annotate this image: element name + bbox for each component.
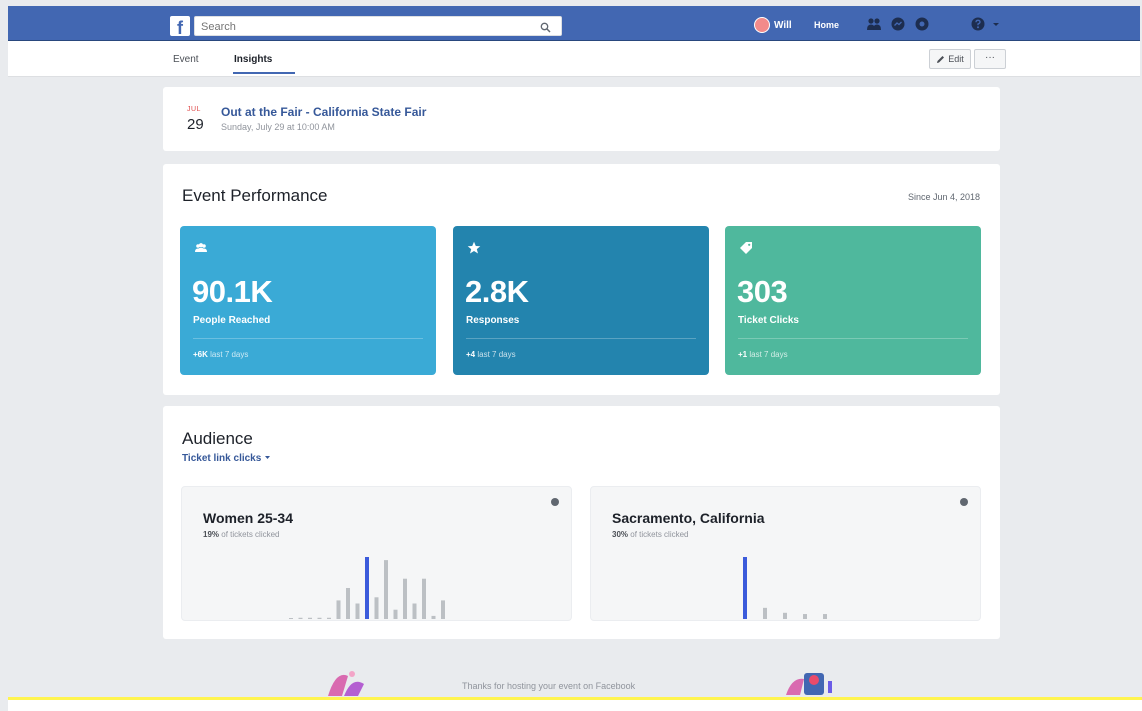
performance-since-date: Since Jun 4, 2018 — [907, 192, 980, 202]
demographic-bar-chart — [289, 557, 445, 619]
chart-bar — [763, 607, 767, 619]
tab-insights[interactable]: Insights — [234, 54, 272, 65]
search-icon[interactable] — [540, 20, 551, 38]
chevron-down-icon[interactable] — [992, 16, 1008, 32]
metric-divider — [193, 338, 423, 339]
metric-change-period: last 7 days — [749, 350, 788, 359]
metric-change-period: last 7 days — [477, 350, 516, 359]
chart-bar — [327, 617, 331, 619]
thanks-message: Thanks for hosting your event on Faceboo… — [462, 681, 636, 691]
metric-change: +1 last 7 days — [738, 350, 788, 359]
top-navigation-bar: f Will Home — [8, 6, 1140, 41]
section-title: Event Performance — [182, 186, 328, 205]
event-title-link[interactable]: Out at the Fair - California State Fair — [221, 105, 426, 119]
audience-filter-dropdown[interactable]: Ticket link clicks — [182, 453, 271, 464]
chevron-down-icon — [265, 456, 271, 459]
metric-change-value: +1 — [738, 350, 748, 359]
metric-value: 90.1K — [192, 274, 273, 309]
highlighted-bar — [365, 557, 369, 619]
chart-bar — [403, 578, 407, 619]
event-performance-card: Event Performance Since Jun 4, 2018 90.1… — [163, 164, 1000, 395]
messenger-icon[interactable] — [890, 16, 906, 32]
metric-value: 2.8K — [465, 274, 529, 309]
edit-button-label: Edit — [948, 54, 964, 64]
active-tab-indicator — [233, 72, 295, 74]
chart-bar — [823, 614, 827, 619]
section-title: Audience — [182, 429, 253, 448]
chart-bar — [355, 603, 360, 619]
event-date-month: JUL — [187, 106, 201, 113]
metric-responses[interactable]: 2.8K Responses +4 last 7 days — [453, 226, 709, 375]
metric-change-value: +4 — [466, 350, 476, 359]
chart-bar — [393, 609, 398, 619]
metric-divider — [466, 338, 696, 339]
profile-link[interactable]: Will — [754, 17, 792, 33]
avatar — [754, 17, 770, 33]
chart-bar — [336, 600, 341, 619]
chart-bar — [803, 614, 807, 619]
audience-card: Audience Ticket link clicks Women 25-34 … — [163, 406, 1000, 639]
chart-bar — [289, 618, 293, 619]
chart-bar — [346, 588, 350, 619]
friends-icon[interactable] — [866, 16, 882, 32]
event-header-card: JUL 29 Out at the Fair - California Stat… — [163, 87, 1000, 151]
metric-label: Responses — [466, 315, 520, 326]
chart-bar — [298, 617, 303, 619]
metric-value: 303 — [737, 274, 788, 309]
more-options-button[interactable]: ··· — [974, 49, 1006, 69]
help-icon[interactable] — [970, 16, 986, 32]
people-icon — [194, 241, 208, 255]
event-subnav: Event Insights Edit ··· — [8, 41, 1140, 77]
chart-bar — [308, 617, 312, 619]
search-box — [194, 16, 562, 36]
search-input[interactable] — [195, 18, 537, 36]
chart-bar — [384, 560, 388, 619]
location-bar-chart — [743, 557, 827, 619]
home-link[interactable]: Home — [814, 20, 839, 30]
metric-change: +4 last 7 days — [466, 350, 516, 359]
help-menu[interactable] — [970, 16, 1008, 32]
profile-name: Will — [774, 19, 792, 31]
notifications-icon[interactable] — [914, 16, 930, 32]
facebook-logo-icon[interactable]: f — [170, 16, 190, 38]
chart-bar — [317, 617, 322, 619]
metric-change-period: last 7 days — [210, 350, 249, 359]
event-date-day: 29 — [187, 116, 204, 133]
chart-bar — [441, 600, 445, 619]
chart-bar — [412, 603, 417, 619]
chart-bar — [783, 612, 787, 619]
highlighted-region — [8, 697, 1142, 711]
pencil-icon — [937, 55, 945, 63]
audience-filter-label: Ticket link clicks — [182, 453, 262, 464]
metric-label: People Reached — [193, 315, 271, 326]
audience-panel-location: Sacramento, California 30% of tickets cl… — [590, 486, 981, 621]
event-datetime: Sunday, July 29 at 10:00 AM — [221, 122, 335, 132]
chart-bar — [431, 615, 436, 619]
top-icons — [866, 16, 930, 32]
metric-change-value: +6K — [193, 350, 208, 359]
star-icon — [467, 241, 481, 255]
metric-divider — [738, 338, 968, 339]
highlighted-bar — [743, 557, 747, 619]
edit-button[interactable]: Edit — [929, 49, 971, 69]
tab-event[interactable]: Event — [173, 54, 199, 65]
metric-label: Ticket Clicks — [738, 315, 799, 326]
chart-bar — [422, 578, 426, 619]
chart-bar — [374, 597, 379, 619]
audience-panel-demographic: Women 25-34 19% of tickets clicked — [181, 486, 572, 621]
ticket-icon — [739, 241, 753, 255]
metric-change: +6K last 7 days — [193, 350, 248, 359]
metric-ticket-clicks[interactable]: 303 Ticket Clicks +1 last 7 days — [725, 226, 981, 375]
metric-people-reached[interactable]: 90.1K People Reached +6K last 7 days — [180, 226, 436, 375]
